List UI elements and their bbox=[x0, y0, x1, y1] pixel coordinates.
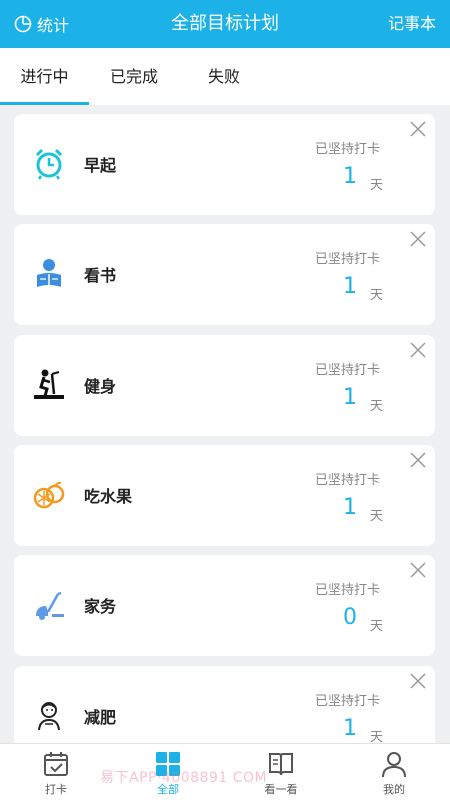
notebook-button[interactable]: 记事本 bbox=[388, 0, 436, 48]
status-tabs: 进行中 已完成 失败 bbox=[0, 48, 450, 105]
nav-label: 全部 bbox=[157, 783, 179, 796]
close-icon[interactable] bbox=[409, 451, 427, 469]
streak-label: 已坚持打卡 bbox=[314, 583, 380, 598]
close-icon[interactable] bbox=[409, 341, 427, 359]
goal-name: 早起 bbox=[84, 156, 117, 175]
nav-browse[interactable]: 看一看 bbox=[225, 744, 337, 800]
goal-card-housework[interactable]: 家务 已坚持打卡 0 天 bbox=[14, 555, 435, 656]
streak-days: 1 bbox=[343, 274, 357, 299]
close-icon[interactable] bbox=[409, 561, 427, 579]
streak-days: 1 bbox=[343, 495, 357, 520]
streak-days: 1 bbox=[343, 164, 357, 189]
streak-days: 1 bbox=[343, 385, 357, 410]
streak-label: 已坚持打卡 bbox=[314, 252, 380, 267]
goal-name: 健身 bbox=[84, 377, 117, 396]
tab-completed[interactable]: 已完成 bbox=[89, 48, 179, 105]
bottom-navigation: 打卡 全部 看一看 我的 bbox=[0, 743, 450, 800]
streak-label: 已坚持打卡 bbox=[314, 694, 380, 709]
goal-name: 看书 bbox=[84, 266, 117, 285]
goal-list[interactable]: 早起 已坚持打卡 1 天 看书 已坚持打卡 1 天 健身 已坚持打卡 1 天 吃… bbox=[0, 105, 450, 743]
alarm-clock-icon bbox=[32, 147, 66, 181]
close-icon[interactable] bbox=[409, 120, 427, 138]
goal-name: 吃水果 bbox=[84, 487, 133, 506]
nav-check-in[interactable]: 打卡 bbox=[0, 744, 112, 800]
book-icon bbox=[266, 749, 296, 779]
streak-unit: 天 bbox=[369, 730, 383, 743]
nav-label: 看一看 bbox=[264, 783, 298, 796]
person-icon bbox=[32, 699, 66, 733]
streak-label: 已坚持打卡 bbox=[314, 363, 380, 378]
close-icon[interactable] bbox=[409, 672, 427, 690]
streak-unit: 天 bbox=[369, 399, 383, 414]
streak-unit: 天 bbox=[369, 509, 383, 524]
streak-days: 1 bbox=[343, 716, 357, 741]
grid-icon bbox=[153, 749, 183, 779]
goal-card-fitness[interactable]: 健身 已坚持打卡 1 天 bbox=[14, 335, 435, 436]
close-icon[interactable] bbox=[409, 230, 427, 248]
nav-label: 打卡 bbox=[45, 783, 67, 796]
nav-mine[interactable]: 我的 bbox=[338, 744, 450, 800]
streak-unit: 天 bbox=[369, 178, 383, 193]
streak-unit: 天 bbox=[369, 619, 383, 634]
page-title: 全部目标计划 bbox=[171, 13, 279, 34]
vacuum-icon bbox=[32, 588, 66, 622]
goal-card-eat-fruit[interactable]: 吃水果 已坚持打卡 1 天 bbox=[14, 445, 435, 546]
top-app-bar: 统计 全部目标计划 记事本 bbox=[0, 0, 450, 48]
goal-card-lose-weight[interactable]: 减肥 已坚持打卡 1 天 bbox=[14, 666, 435, 743]
calendar-check-icon bbox=[41, 749, 71, 779]
streak-unit: 天 bbox=[369, 288, 383, 303]
tab-failed[interactable]: 失败 bbox=[179, 48, 269, 105]
nav-label: 我的 bbox=[383, 783, 405, 796]
user-icon bbox=[379, 749, 409, 779]
tab-in-progress[interactable]: 进行中 bbox=[0, 48, 89, 105]
goal-name: 减肥 bbox=[84, 708, 117, 727]
fruit-icon bbox=[32, 478, 66, 512]
reader-icon bbox=[32, 257, 66, 291]
streak-label: 已坚持打卡 bbox=[314, 142, 380, 157]
streak-days: 0 bbox=[343, 605, 357, 630]
treadmill-icon bbox=[32, 368, 66, 402]
streak-label: 已坚持打卡 bbox=[314, 473, 380, 488]
goal-name: 家务 bbox=[84, 597, 117, 616]
nav-all[interactable]: 全部 bbox=[112, 744, 224, 800]
goal-card-early-rise[interactable]: 早起 已坚持打卡 1 天 bbox=[14, 114, 435, 215]
goal-card-reading[interactable]: 看书 已坚持打卡 1 天 bbox=[14, 224, 435, 325]
